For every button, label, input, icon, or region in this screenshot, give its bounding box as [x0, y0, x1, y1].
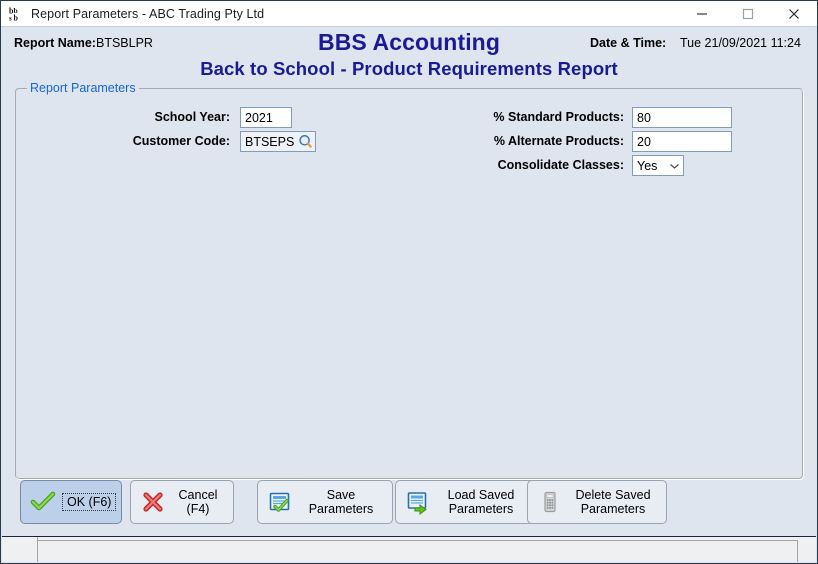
save-parameters-button-label: Save Parameters — [308, 488, 374, 516]
status-panel-main — [38, 540, 798, 562]
consolidate-classes-value: Yes — [637, 158, 658, 173]
pct-alternate-products-input[interactable] — [632, 131, 732, 152]
client-area: Report Name: BTSBLPR BBS Accounting Back… — [2, 27, 816, 536]
groupbox-legend: Report Parameters — [27, 81, 139, 95]
status-panel-left — [2, 537, 38, 562]
svg-text:b: b — [14, 13, 19, 22]
page-title: Back to School - Product Requirements Re… — [200, 58, 618, 79]
consolidate-classes-select[interactable]: Yes — [632, 155, 684, 176]
status-bar — [2, 536, 816, 562]
maximize-button[interactable] — [725, 1, 771, 27]
ok-button[interactable]: OK (F6) — [20, 480, 122, 524]
pct-standard-products-label: % Standard Products: — [493, 110, 624, 124]
red-x-icon — [140, 489, 166, 515]
school-year-label: School Year: — [154, 110, 231, 124]
school-year-input[interactable] — [240, 107, 292, 128]
delete-saved-parameters-button-label: Delete Saved Parameters — [575, 488, 651, 516]
customer-code-field[interactable]: BTSEPS — [240, 131, 316, 152]
minimize-button[interactable] — [679, 1, 725, 27]
load-document-arrow-icon — [405, 489, 431, 515]
green-check-icon — [30, 489, 56, 515]
pct-standard-products-input[interactable] — [632, 107, 732, 128]
bbs-logo-icon: b b s b — [8, 6, 24, 23]
svg-text:s: s — [9, 14, 12, 22]
title-bar: b b s b Report Parameters - ABC Trading … — [1, 1, 817, 27]
consolidate-classes-label: Consolidate Classes: — [497, 158, 624, 172]
cancel-button[interactable]: Cancel (F4) — [130, 480, 234, 524]
status-panel-right — [798, 537, 816, 562]
customer-code-label: Customer Code: — [132, 134, 230, 148]
cancel-button-label: Cancel (F4) — [178, 488, 218, 516]
load-saved-parameters-button[interactable]: Load Saved Parameters — [395, 480, 535, 524]
delete-saved-parameters-button[interactable]: Delete Saved Parameters — [527, 480, 667, 524]
save-parameters-button[interactable]: Save Parameters — [257, 480, 393, 524]
datetime-value: Tue 21/09/2021 11:24 — [680, 36, 801, 50]
report-parameters-window: b b s b Report Parameters - ABC Trading … — [0, 0, 818, 564]
save-document-check-icon — [267, 489, 293, 515]
ok-button-label: OK (F6) — [62, 493, 117, 511]
customer-code-value: BTSEPS — [245, 134, 295, 149]
load-saved-parameters-button-label: Load Saved Parameters — [447, 488, 515, 516]
pct-alternate-products-label: % Alternate Products: — [493, 134, 624, 148]
magnifier-search-icon[interactable] — [295, 134, 315, 149]
window-title: Report Parameters - ABC Trading Pty Ltd — [31, 6, 265, 21]
close-button[interactable] — [771, 1, 817, 27]
window-controls — [679, 1, 817, 27]
delete-shredder-icon — [537, 489, 563, 515]
datetime-label: Date & Time: — [590, 36, 667, 50]
chevron-down-icon[interactable] — [666, 162, 683, 170]
